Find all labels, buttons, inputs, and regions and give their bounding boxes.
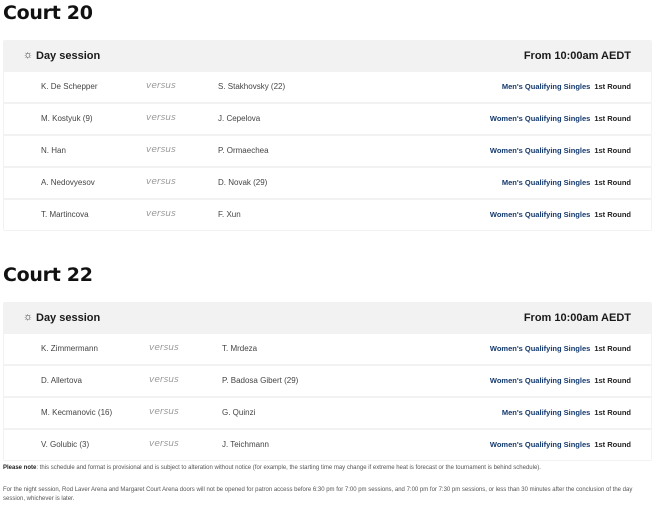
versus-label: versus	[149, 439, 179, 449]
event-link[interactable]: Women's Qualifying Singles	[490, 210, 590, 219]
sun-icon: ☼	[23, 311, 34, 323]
round-label: 1st Round	[594, 376, 631, 385]
session-time: From 10:00am AEDT	[523, 312, 631, 324]
round-label: 1st Round	[594, 114, 631, 123]
court-title: Court 22	[3, 264, 93, 286]
player-two[interactable]: T. Mrdeza	[222, 344, 257, 353]
match-row: M. Kecmanovic (16) versus G. Quinzi Men'…	[4, 398, 651, 428]
player-two[interactable]: J. Cepelova	[218, 114, 260, 123]
player-two[interactable]: D. Novak (29)	[218, 178, 267, 187]
match-row: K. De Schepper versus S. Stakhovsky (22)…	[4, 72, 651, 102]
player-two[interactable]: J. Teichmann	[222, 440, 269, 449]
event-info: Women's Qualifying Singles 1st Round	[490, 146, 631, 155]
session-time: From 10:00am AEDT	[523, 50, 631, 62]
event-link[interactable]: Women's Qualifying Singles	[490, 376, 590, 385]
event-info: Men's Qualifying Singles 1st Round	[502, 408, 631, 417]
player-two[interactable]: P. Badosa Gibert (29)	[222, 376, 298, 385]
event-link[interactable]: Women's Qualifying Singles	[490, 440, 590, 449]
event-info: Men's Qualifying Singles 1st Round	[502, 178, 631, 187]
match-list: K. Zimmermann versus T. Mrdeza Women's Q…	[3, 334, 652, 460]
court-22-section: Court 22 ☼ Day session From 10:00am AEDT…	[0, 264, 658, 464]
versus-label: versus	[149, 407, 179, 417]
event-link[interactable]: Women's Qualifying Singles	[490, 146, 590, 155]
match-row: N. Han versus P. Ormaechea Women's Quali…	[4, 136, 651, 166]
event-info: Women's Qualifying Singles 1st Round	[490, 440, 631, 449]
match-row: K. Zimmermann versus T. Mrdeza Women's Q…	[4, 334, 651, 364]
versus-label: versus	[146, 145, 176, 155]
player-one[interactable]: N. Han	[41, 146, 66, 155]
round-label: 1st Round	[594, 408, 631, 417]
round-label: 1st Round	[594, 344, 631, 353]
player-two[interactable]: P. Ormaechea	[218, 146, 269, 155]
event-info: Women's Qualifying Singles 1st Round	[490, 210, 631, 219]
note-label: Please note	[3, 465, 37, 471]
player-two[interactable]: G. Quinzi	[222, 408, 255, 417]
sun-icon: ☼	[23, 49, 34, 61]
versus-label: versus	[149, 343, 179, 353]
player-two[interactable]: F. Xun	[218, 210, 241, 219]
player-one[interactable]: M. Kostyuk (9)	[41, 114, 93, 123]
session-header: ☼ Day session From 10:00am AEDT	[3, 302, 652, 334]
court-20-section: Court 20 ☼ Day session From 10:00am AEDT…	[0, 2, 658, 234]
player-one[interactable]: A. Nedovyesov	[41, 178, 95, 187]
player-two[interactable]: S. Stakhovsky (22)	[218, 82, 285, 91]
round-label: 1st Round	[594, 178, 631, 187]
court-title: Court 20	[3, 2, 93, 24]
match-list: K. De Schepper versus S. Stakhovsky (22)…	[3, 72, 652, 230]
night-session-note: For the night session, Rod Laver Arena a…	[3, 487, 633, 502]
player-one[interactable]: T. Martincova	[41, 210, 89, 219]
event-info: Women's Qualifying Singles 1st Round	[490, 114, 631, 123]
session-label: Day session	[36, 312, 101, 324]
provisional-note: Please note: this schedule and format is…	[3, 464, 653, 473]
session-header: ☼ Day session From 10:00am AEDT	[3, 40, 652, 72]
versus-label: versus	[146, 177, 176, 187]
versus-label: versus	[146, 81, 176, 91]
versus-label: versus	[146, 209, 176, 219]
schedule-notes: Please note: this schedule and format is…	[3, 464, 653, 504]
event-link[interactable]: Men's Qualifying Singles	[502, 178, 590, 187]
event-link[interactable]: Women's Qualifying Singles	[490, 344, 590, 353]
round-label: 1st Round	[594, 146, 631, 155]
player-one[interactable]: K. De Schepper	[41, 82, 97, 91]
event-link[interactable]: Men's Qualifying Singles	[502, 408, 590, 417]
player-one[interactable]: M. Kecmanovic (16)	[41, 408, 112, 417]
versus-label: versus	[146, 113, 176, 123]
versus-label: versus	[149, 375, 179, 385]
event-info: Women's Qualifying Singles 1st Round	[490, 376, 631, 385]
schedule-panel: ☼ Day session From 10:00am AEDT K. De Sc…	[3, 40, 652, 231]
event-info: Men's Qualifying Singles 1st Round	[502, 82, 631, 91]
event-link[interactable]: Men's Qualifying Singles	[502, 82, 590, 91]
session-label: Day session	[36, 50, 101, 62]
round-label: 1st Round	[594, 82, 631, 91]
player-one[interactable]: D. Allertova	[41, 376, 82, 385]
player-one[interactable]: K. Zimmermann	[41, 344, 98, 353]
match-row: M. Kostyuk (9) versus J. Cepelova Women'…	[4, 104, 651, 134]
note-text: : this schedule and format is provisiona…	[36, 465, 541, 471]
schedule-panel: ☼ Day session From 10:00am AEDT K. Zimme…	[3, 302, 652, 461]
match-row: D. Allertova versus P. Badosa Gibert (29…	[4, 366, 651, 396]
round-label: 1st Round	[594, 440, 631, 449]
event-link[interactable]: Women's Qualifying Singles	[490, 114, 590, 123]
round-label: 1st Round	[594, 210, 631, 219]
event-info: Women's Qualifying Singles 1st Round	[490, 344, 631, 353]
player-one[interactable]: V. Golubic (3)	[41, 440, 89, 449]
match-row: V. Golubic (3) versus J. Teichmann Women…	[4, 430, 651, 460]
match-row: A. Nedovyesov versus D. Novak (29) Men's…	[4, 168, 651, 198]
match-row: T. Martincova versus F. Xun Women's Qual…	[4, 200, 651, 230]
